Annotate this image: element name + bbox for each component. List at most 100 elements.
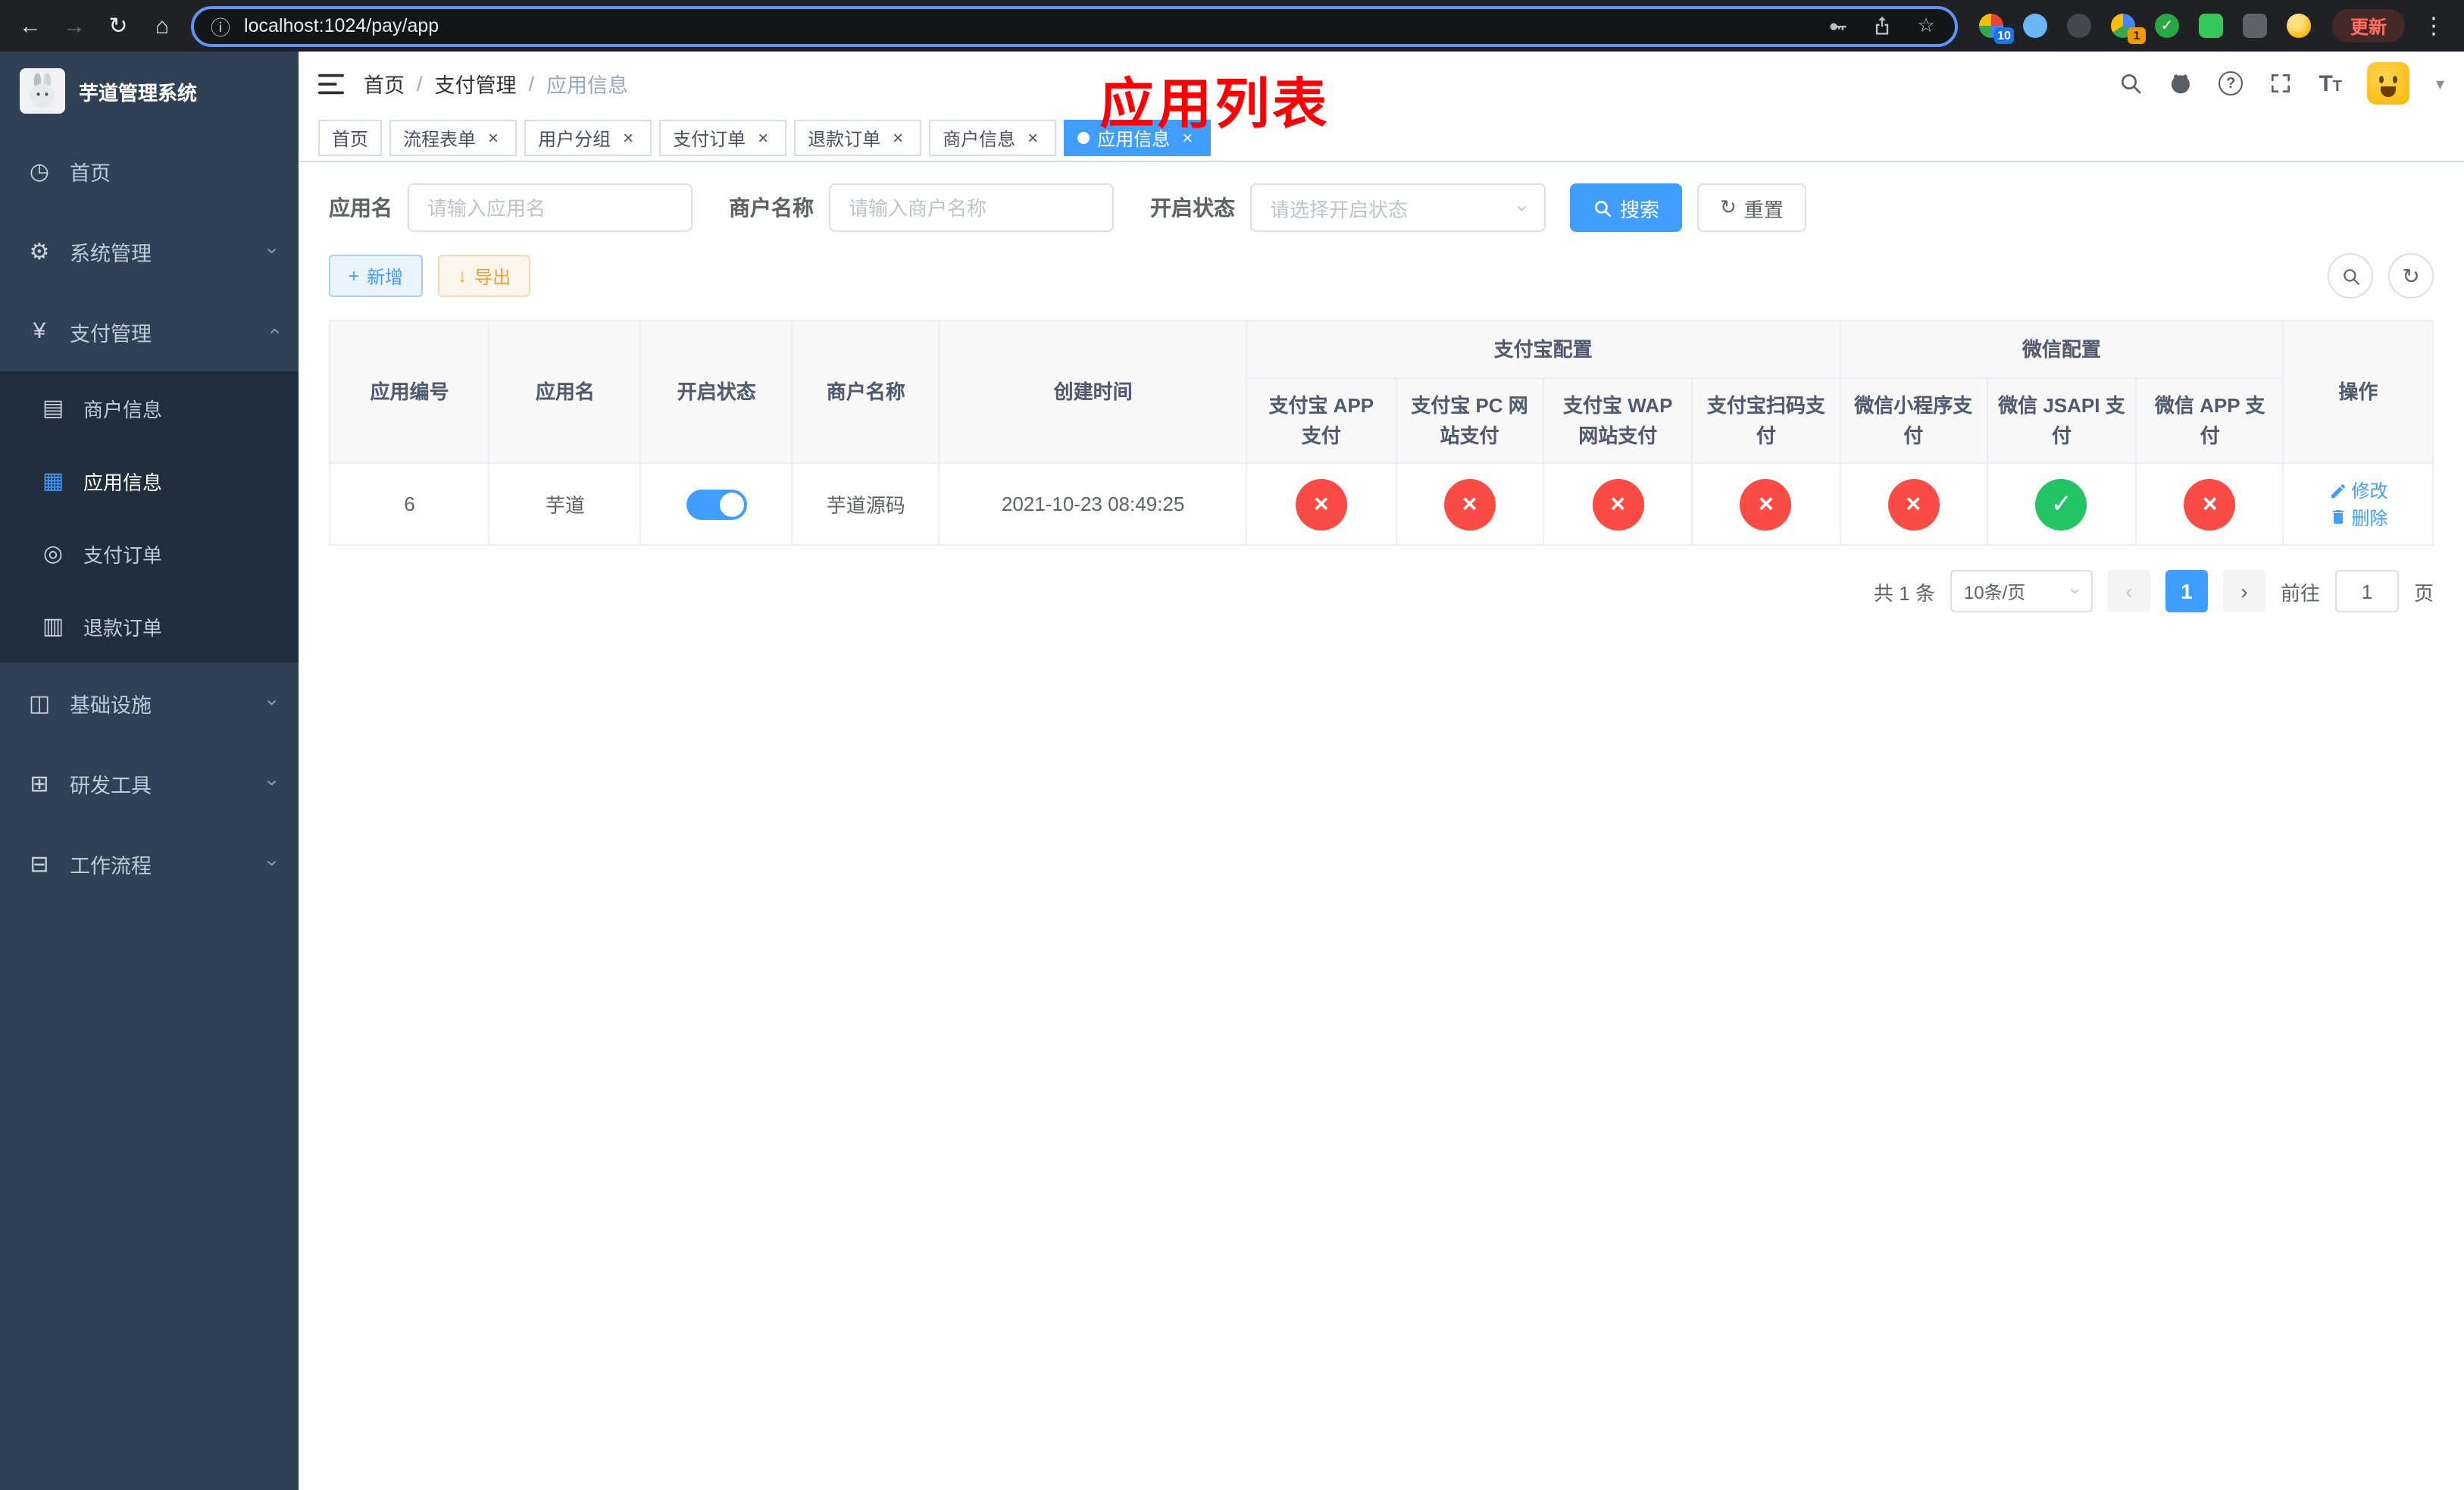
cell-merchant: 芋道源码 (791, 462, 940, 546)
status-select-placeholder: 请选择开启状态 (1270, 198, 1409, 221)
browser-profile-avatar[interactable] (2286, 14, 2311, 38)
sidebar-menu: ◷ 首页 ⚙ 系统管理 › ¥ 支付管理 › ▤ 商户信息 ▦ 应用信息 ◎ 支… (0, 130, 299, 903)
extension-grid-icon[interactable]: 10 (1978, 14, 2014, 44)
close-icon[interactable]: × (618, 128, 638, 148)
tab-process-form[interactable]: 流程表单 × (389, 120, 518, 156)
extension-chat-icon[interactable] (2198, 14, 2223, 38)
sidebar-item-workflow[interactable]: ⊟ 工作流程 › (0, 823, 299, 903)
alipay-qr-off-icon: × (1740, 478, 1792, 530)
delete-button[interactable]: 删除 (2328, 504, 2387, 530)
applications-table: 应用编号 应用名 开启状态 商户名称 创建时间 支付宝配置 微信配置 操作 支付… (328, 320, 2434, 546)
export-button[interactable]: ↓ 导出 (438, 255, 531, 297)
infrastructure-icon: ◫ (28, 690, 51, 716)
sidebar-item-app-info[interactable]: ▦ 应用信息 (0, 444, 299, 517)
tab-label: 用户分组 (538, 128, 611, 149)
trash-icon (2332, 510, 2344, 524)
edit-button[interactable]: 修改 (2328, 477, 2387, 503)
refresh-table-icon[interactable]: ↻ (2388, 253, 2434, 299)
status-toggle[interactable] (686, 489, 747, 519)
cell-created: 2021-10-23 08:49:25 (938, 462, 1248, 546)
search-icon[interactable] (2118, 71, 2143, 95)
pencil-icon (2331, 484, 2345, 497)
sidebar-item-refund-order[interactable]: ▥ 退款订单 (0, 590, 299, 662)
edit-button-label: 修改 (2351, 480, 2388, 502)
search-button[interactable]: 搜索 (1570, 183, 1683, 232)
sidebar-item-infrastructure[interactable]: ◫ 基础设施 › (0, 662, 299, 743)
font-size-icon[interactable]: TT (2319, 70, 2342, 96)
sidebar-item-dev-tools[interactable]: ⊞ 研发工具 › (0, 743, 299, 823)
next-page-button[interactable]: › (2222, 570, 2265, 612)
breadcrumb-separator: / (528, 72, 535, 95)
page-1-button[interactable]: 1 (2165, 570, 2208, 612)
plus-icon: + (349, 265, 360, 286)
sidebar-item-system[interactable]: ⚙ 系统管理 › (0, 211, 299, 291)
browser-home-icon[interactable]: ⌂ (147, 14, 177, 37)
chevron-down-icon: › (261, 859, 284, 867)
yen-icon: ¥ (33, 318, 46, 344)
github-icon[interactable] (2169, 71, 2193, 95)
browser-menu-icon[interactable]: ⋮ (2419, 14, 2449, 37)
extension-check-icon[interactable]: ✓ (2154, 14, 2179, 38)
col-merchant: 商户名称 (791, 320, 940, 464)
user-avatar[interactable] (2367, 62, 2410, 105)
merchant-name-input[interactable] (829, 183, 1114, 232)
add-button[interactable]: + 新增 (329, 255, 424, 297)
close-icon[interactable]: × (1023, 128, 1043, 148)
goto-page-input[interactable] (2334, 570, 2399, 612)
address-bar[interactable]: ⓘ localhost:1024/pay/app ☆ (191, 5, 1958, 46)
help-icon[interactable]: ? (2219, 71, 2244, 95)
navbar-actions: ? TT ▾ (2118, 62, 2444, 105)
sidebar-item-pay-order[interactable]: ◎ 支付订单 (0, 517, 299, 590)
dashboard-icon: ◷ (29, 158, 50, 184)
tab-label: 流程表单 (403, 128, 477, 149)
browser-update-button[interactable]: 更新 (2331, 9, 2405, 42)
col-alipay-qr: 支付宝扫码支付 (1691, 377, 1841, 464)
extension-dark-icon[interactable] (2066, 14, 2091, 38)
toggle-search-icon[interactable] (2328, 253, 2373, 299)
breadcrumb-home[interactable]: 首页 (364, 68, 405, 99)
tab-merchant-info[interactable]: 商户信息 × (929, 120, 1057, 156)
page-size-select[interactable]: 10条/页 › (1950, 570, 2093, 612)
reload-icon[interactable]: ↻ (103, 14, 133, 37)
table-toolbar-right: ↻ (2328, 253, 2434, 299)
app-name-input[interactable] (408, 183, 693, 232)
close-icon[interactable]: × (1177, 128, 1197, 148)
forward-icon[interactable]: → (59, 14, 89, 37)
close-icon[interactable]: × (483, 128, 503, 148)
extension-drop-icon[interactable] (2022, 14, 2047, 38)
tab-user-group[interactable]: 用户分组 × (524, 120, 652, 156)
sidebar: 芋道管理系统 ◷ 首页 ⚙ 系统管理 › ¥ 支付管理 › ▤ 商户信息 ▦ 应… (0, 52, 299, 1490)
fullscreen-icon[interactable] (2269, 71, 2293, 95)
collapse-sidebar-icon[interactable] (318, 72, 344, 95)
pagination: 共 1 条 10条/页 › ‹ 1 › 前往 页 (329, 570, 2434, 612)
tab-app-info[interactable]: 应用信息 × (1064, 120, 1212, 156)
chevron-up-icon: › (261, 327, 284, 335)
tab-home[interactable]: 首页 (318, 120, 383, 156)
share-icon[interactable] (1870, 14, 1894, 38)
reset-button[interactable]: ↻ 重置 (1697, 183, 1806, 232)
bookmark-star-icon[interactable]: ☆ (1914, 14, 1938, 38)
sidebar-item-payment[interactable]: ¥ 支付管理 › (0, 291, 299, 371)
url-text[interactable]: localhost:1024/pay/app (244, 15, 439, 36)
status-select[interactable]: 请选择开启状态 › (1250, 183, 1546, 232)
col-alipay-wap: 支付宝 WAP 网站支付 (1542, 377, 1693, 464)
prev-page-button[interactable]: ‹ (2107, 570, 2150, 612)
close-icon[interactable]: × (888, 128, 908, 148)
tab-refund-order[interactable]: 退款订单 × (794, 120, 922, 156)
sidebar-item-merchant-info[interactable]: ▤ 商户信息 (0, 371, 299, 444)
tab-pay-order[interactable]: 支付订单 × (659, 120, 787, 156)
tab-label: 商户信息 (943, 128, 1016, 149)
back-icon[interactable]: ← (15, 14, 45, 37)
breadcrumb-payment[interactable]: 支付管理 (435, 68, 517, 99)
close-icon[interactable]: × (753, 128, 773, 148)
extension-colorful-icon[interactable]: 1 (2110, 14, 2146, 44)
extensions-puzzle-icon[interactable] (2242, 14, 2267, 38)
password-key-icon[interactable] (1826, 14, 1850, 38)
site-info-icon[interactable]: ⓘ (211, 11, 230, 40)
reset-button-label: 重置 (1743, 198, 1784, 221)
refund-icon: ▥ (42, 614, 64, 640)
sidebar-item-home[interactable]: ◷ 首页 (0, 130, 299, 211)
cell-status (639, 462, 793, 546)
col-wechat-jsapi: 微信 JSAPI 支付 (1986, 377, 2137, 464)
user-menu-caret-icon[interactable]: ▾ (2436, 74, 2444, 93)
